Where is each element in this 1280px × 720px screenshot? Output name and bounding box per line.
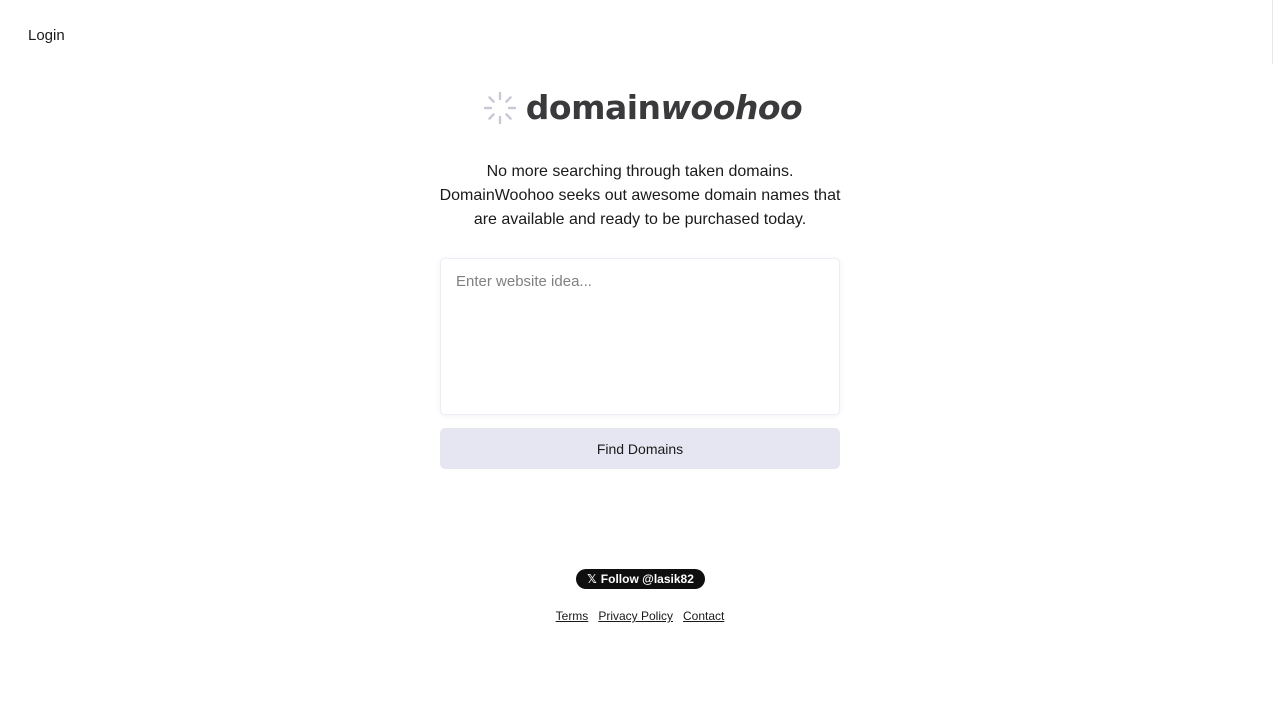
find-domains-button[interactable]: Find Domains bbox=[440, 428, 840, 469]
idea-input-box bbox=[440, 258, 840, 415]
logo-text-regular: domain bbox=[525, 88, 661, 127]
tagline: No more searching through taken domains.… bbox=[439, 163, 841, 228]
login-link[interactable]: Login bbox=[28, 27, 65, 44]
follow-button[interactable]: 𝕏 Follow @lasik82 bbox=[576, 569, 705, 589]
website-idea-input[interactable] bbox=[441, 259, 839, 414]
privacy-policy-link[interactable]: Privacy Policy bbox=[598, 609, 673, 623]
x-logo-icon: 𝕏 bbox=[587, 572, 597, 586]
terms-link[interactable]: Terms bbox=[556, 609, 589, 623]
logo: domainwoohoo bbox=[0, 88, 1280, 127]
logo-text: domainwoohoo bbox=[525, 88, 803, 127]
page: Login domainwoohoo No more searching thr… bbox=[0, 0, 1280, 720]
scrollbar[interactable] bbox=[1272, 0, 1280, 64]
logo-text-italic: woohoo bbox=[660, 88, 803, 127]
spinner-icon bbox=[483, 91, 516, 124]
contact-link[interactable]: Contact bbox=[683, 609, 724, 623]
footer-links: Terms Privacy Policy Contact bbox=[0, 609, 1280, 623]
follow-button-label: Follow @lasik82 bbox=[600, 572, 694, 586]
